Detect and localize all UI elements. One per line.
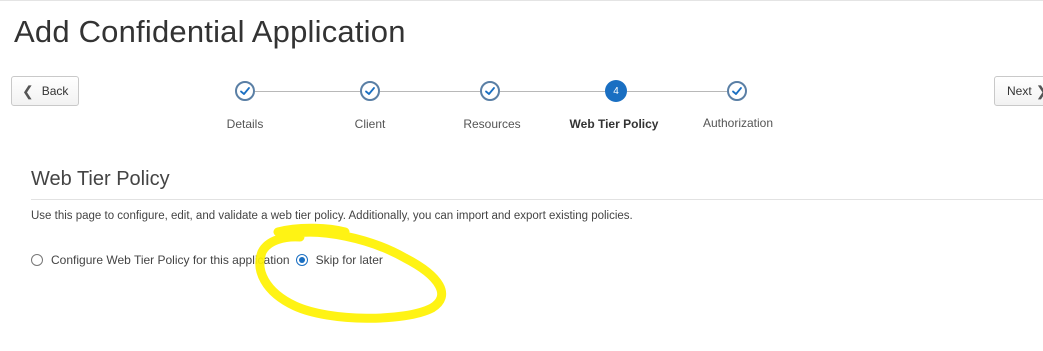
train-connector — [255, 91, 360, 92]
train-step-resources[interactable] — [480, 81, 500, 101]
train-step-label[interactable]: Client — [355, 117, 386, 131]
section-description: Use this page to configure, edit, and va… — [31, 210, 633, 222]
top-border — [0, 0, 1043, 1]
train-connector — [380, 91, 480, 92]
train-step-label[interactable]: Authorization — [703, 116, 773, 130]
train-step-details[interactable] — [235, 81, 255, 101]
train-connector — [627, 91, 727, 92]
configure-policy-radio[interactable] — [31, 254, 43, 266]
train-step-label[interactable]: Resources — [463, 117, 520, 131]
page-title: Add Confidential Application — [14, 14, 406, 49]
check-icon — [365, 87, 375, 95]
next-button-label: Next — [1007, 84, 1032, 98]
policy-option-group: Configure Web Tier Policy for this appli… — [31, 253, 383, 267]
next-button[interactable]: Next ❯ — [994, 76, 1043, 106]
section-title: Web Tier Policy — [31, 168, 170, 190]
train-step-label[interactable]: Details — [227, 117, 264, 131]
chevron-left-icon: ❮ — [22, 83, 34, 99]
train-step-label[interactable]: Web Tier Policy — [570, 117, 659, 131]
train-step-authorization[interactable] — [727, 81, 747, 101]
check-icon — [240, 87, 250, 95]
train-step-client[interactable] — [360, 81, 380, 101]
configure-policy-label[interactable]: Configure Web Tier Policy for this appli… — [51, 253, 290, 267]
check-icon — [485, 87, 495, 95]
chevron-right-icon: ❯ — [1036, 84, 1043, 98]
train-connector — [500, 91, 605, 92]
section-divider — [31, 199, 1043, 200]
check-icon — [732, 87, 742, 95]
skip-for-later-label[interactable]: Skip for later — [316, 253, 383, 267]
skip-for-later-radio[interactable] — [295, 254, 308, 266]
back-button-label: Back — [41, 84, 69, 98]
back-button[interactable]: ❮ Back — [11, 76, 79, 106]
train-step-web-tier-policy[interactable]: 4 — [605, 80, 627, 102]
